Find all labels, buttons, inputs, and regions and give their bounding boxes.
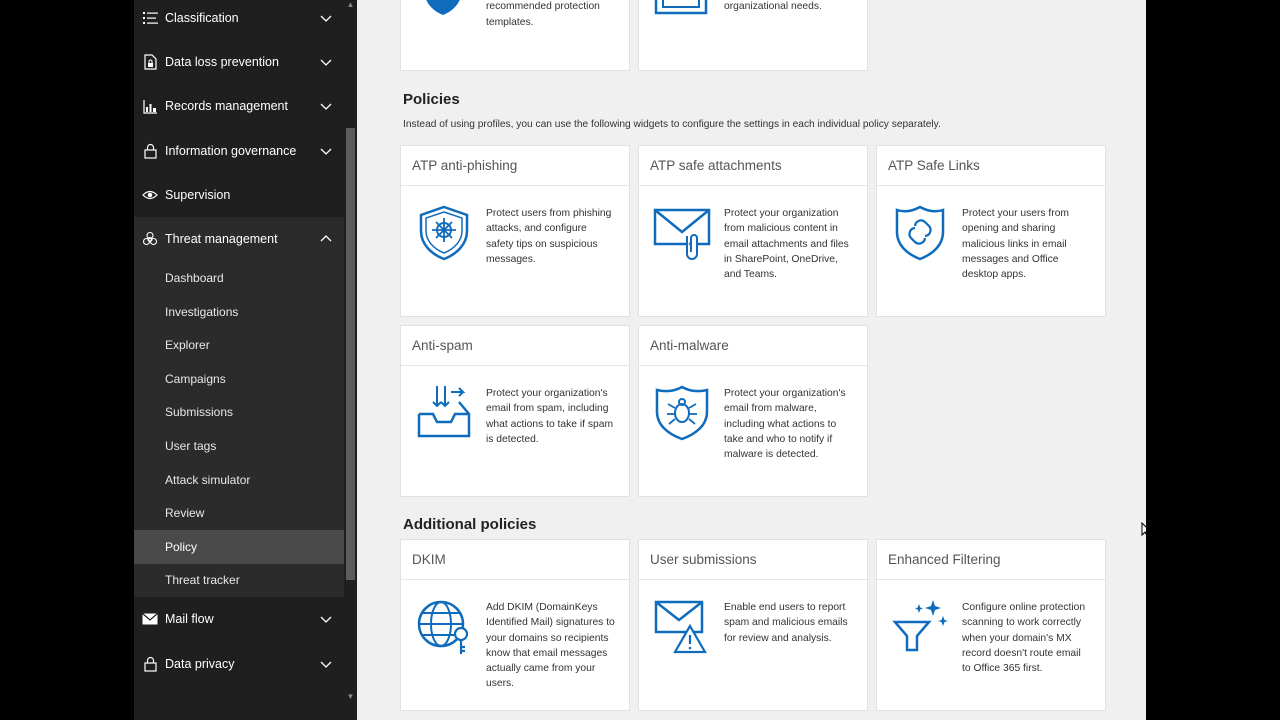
- nav-item-classification[interactable]: Classification: [134, 0, 344, 40]
- card-title: ATP Safe Links: [877, 146, 1105, 186]
- chevron-down-icon: [320, 148, 332, 155]
- sidebar-scrollbar-thumb[interactable]: [346, 128, 355, 580]
- malware-shield-icon: [655, 385, 709, 441]
- card-description: Enable end users to report spam and mali…: [724, 602, 848, 644]
- lock-icon: [142, 143, 158, 159]
- card-atp-safe-links[interactable]: ATP Safe Links Protect your users from o…: [876, 145, 1106, 317]
- nav-item-records-management[interactable]: Records management: [134, 84, 344, 128]
- card-description: Protect your users from opening and shar…: [962, 208, 1070, 281]
- sidebar-item-review[interactable]: Review: [134, 496, 344, 530]
- sidebar-item-explorer[interactable]: Explorer: [134, 328, 344, 362]
- mail-icon: [142, 611, 158, 627]
- nav-list: Classification Data loss prevention Reco…: [134, 0, 344, 686]
- card-description: Configure online protection scanning to …: [962, 602, 1086, 675]
- sidebar-item-user-tags[interactable]: User tags: [134, 429, 344, 463]
- document-frame-icon: [654, 0, 708, 15]
- nav-item-label: Information governance: [165, 143, 297, 158]
- list-icon: [142, 10, 158, 26]
- card-dkim[interactable]: DKIM Add DKIM (DomainKeys Identified Mai…: [400, 539, 630, 711]
- lock-icon: [142, 656, 158, 672]
- chevron-down-icon: [320, 616, 332, 624]
- nav-item-mail-flow[interactable]: Mail flow: [134, 597, 344, 641]
- globe-key-icon: [417, 600, 469, 654]
- nav-item-label: Supervision: [165, 187, 231, 202]
- card-anti-malware[interactable]: Anti-malware Protect your organization's…: [638, 325, 868, 497]
- card-enhanced-filtering[interactable]: Enhanced Filtering Configure online prot…: [876, 539, 1106, 711]
- card-atp-anti-phishing[interactable]: ATP anti-phishing Protect users from phi…: [400, 145, 630, 317]
- card-description: Protect your organization's email from s…: [486, 388, 614, 445]
- spam-inbox-icon: [417, 386, 471, 438]
- sidebar-item-policy[interactable]: Policy: [134, 530, 344, 564]
- scroll-down-arrow-icon[interactable]: ▼: [346, 692, 355, 702]
- nav-item-label: Classification: [165, 10, 239, 25]
- policies-section-title: Policies: [403, 91, 460, 108]
- nav-item-label: Records management: [165, 99, 288, 114]
- sparkle-filter-icon: [892, 600, 948, 652]
- link-shield-icon: [895, 205, 945, 261]
- biohazard-icon: [142, 231, 158, 247]
- chevron-down-icon: [320, 103, 332, 111]
- card-title: Enhanced Filtering: [877, 540, 1105, 580]
- sidebar-item-attack-simulator[interactable]: Attack simulator: [134, 463, 344, 497]
- threat-management-submenu: Dashboard Investigations Explorer Campai…: [134, 261, 344, 598]
- records-chart-icon: [142, 98, 158, 114]
- app-frame: Classification Data loss prevention Reco…: [134, 0, 1146, 720]
- card-title: ATP safe attachments: [639, 146, 867, 186]
- chevron-down-icon: [320, 15, 332, 22]
- card-title: Anti-spam: [401, 326, 629, 366]
- card-title: Anti-malware: [639, 326, 867, 366]
- nav-item-threat-management[interactable]: Threat management: [134, 216, 344, 262]
- nav-item-data-privacy[interactable]: Data privacy: [134, 642, 344, 686]
- warning-envelope-icon: [654, 600, 707, 654]
- chevron-up-icon: [320, 235, 332, 242]
- chevron-down-icon: [320, 59, 332, 66]
- sidebar-item-investigations[interactable]: Investigations: [134, 295, 344, 329]
- card-atp-safe-attachments[interactable]: ATP safe attachments Protect your organi…: [638, 145, 868, 317]
- card-title: User submissions: [639, 540, 867, 580]
- card-title: ATP anti-phishing: [401, 146, 629, 186]
- sidebar-item-threat-tracker[interactable]: Threat tracker: [134, 564, 344, 598]
- sidebar-item-campaigns[interactable]: Campaigns: [134, 362, 344, 396]
- card-description: Add DKIM (DomainKeys Identified Mail) si…: [486, 602, 615, 690]
- additional-policies-section-title: Additional policies: [403, 516, 537, 533]
- nav-item-information-governance[interactable]: Information governance: [134, 128, 344, 172]
- policies-section-description: Instead of using profiles, you can use t…: [403, 119, 941, 130]
- chevron-down-icon: [320, 661, 332, 668]
- card-anti-spam[interactable]: Anti-spam Protect your organization's em…: [400, 325, 630, 497]
- sidebar-item-dashboard[interactable]: Dashboard: [134, 261, 344, 295]
- sidebar-item-submissions[interactable]: Submissions: [134, 396, 344, 430]
- mouse-pointer-icon: [1141, 522, 1146, 537]
- card-description: Protect users from phishing attacks, and…: [486, 208, 612, 265]
- eye-icon: [142, 187, 158, 203]
- profile-card-custom[interactable]: can customize to fit your organizational…: [638, 0, 868, 71]
- nav-item-supervision[interactable]: Supervision: [134, 173, 344, 217]
- sidebar: Classification Data loss prevention Reco…: [134, 0, 357, 720]
- card-description: Protect your organization from malicious…: [724, 208, 849, 281]
- scroll-up-arrow-icon[interactable]: ▲: [346, 0, 355, 10]
- nav-item-label: Data privacy: [165, 656, 235, 671]
- nav-item-label: Mail flow: [165, 612, 214, 627]
- lock-document-icon: [142, 54, 158, 70]
- nav-item-label: Threat management: [165, 232, 278, 247]
- attachment-envelope-icon: [653, 208, 711, 260]
- main-content: once using our recommended protection te…: [357, 0, 1146, 720]
- phishing-shield-icon: [419, 205, 469, 261]
- profile-card-standard[interactable]: once using our recommended protection te…: [400, 0, 630, 71]
- nav-item-data-loss-prevention[interactable]: Data loss prevention: [134, 40, 344, 84]
- card-description: can customize to fit your organizational…: [724, 1, 822, 13]
- nav-item-label: Data loss prevention: [165, 54, 279, 69]
- card-description: Protect your organization's email from m…: [724, 388, 846, 461]
- card-title: DKIM: [401, 540, 629, 580]
- shield-icon: [426, 0, 460, 15]
- card-description: once using our recommended protection te…: [486, 1, 600, 28]
- card-user-submissions[interactable]: User submissions Enable end users to rep…: [638, 539, 868, 711]
